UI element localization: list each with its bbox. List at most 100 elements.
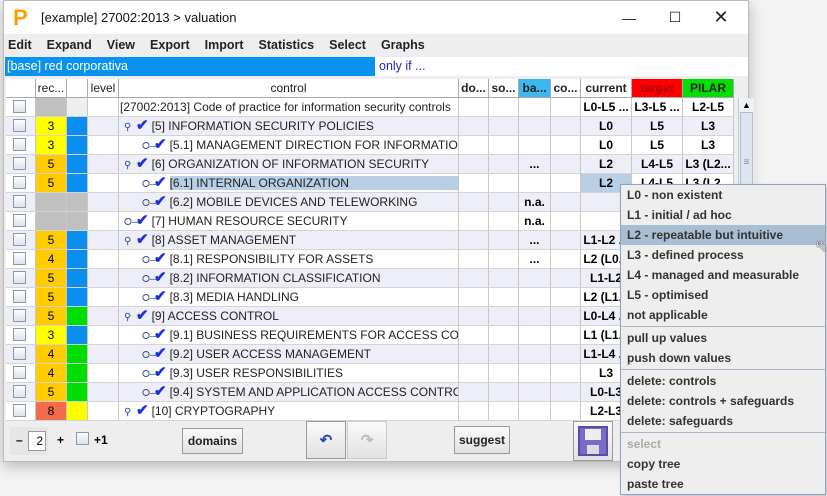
control-cell[interactable]: ⭘—✔ [9.3] USER RESPONSIBILITIES	[119, 364, 459, 383]
plus1-checkbox[interactable]	[76, 432, 89, 445]
ba-cell[interactable]: ...	[519, 231, 551, 250]
col-current[interactable]: current	[581, 79, 632, 98]
row-select-cell[interactable]	[6, 250, 36, 269]
co-cell[interactable]	[551, 402, 581, 421]
row-checkbox[interactable]	[13, 328, 26, 341]
do-cell[interactable]	[459, 174, 489, 193]
menu-item-delete-0[interactable]: delete: controls	[621, 371, 825, 391]
menu-item-level-4[interactable]: L4 - managed and measurable	[621, 265, 825, 285]
row-checkbox[interactable]	[13, 271, 26, 284]
control-cell[interactable]: ⭘—✔ [5.1] MANAGEMENT DIRECTION FOR INFORM…	[119, 136, 459, 155]
control-cell[interactable]: ⭘—✔ [6.1] INTERNAL ORGANIZATION	[119, 174, 459, 193]
row-checkbox[interactable]	[13, 366, 26, 379]
tree-expanded-icon[interactable]: ⚲	[124, 233, 136, 249]
so-cell[interactable]	[489, 136, 519, 155]
menu-item-values-1[interactable]: push down values	[621, 348, 825, 368]
tree-expanded-icon[interactable]: ⚲	[124, 119, 136, 135]
col-pilar[interactable]: PILAR	[683, 79, 734, 98]
tree-leaf-icon[interactable]: ⭘—	[124, 214, 142, 230]
row-checkbox[interactable]	[13, 290, 26, 303]
col-select[interactable]	[6, 79, 36, 98]
menu-item-delete-1[interactable]: delete: controls + safeguards	[621, 391, 825, 411]
control-cell[interactable]: [27002:2013] Code of practice for inform…	[119, 98, 459, 117]
tree-leaf-icon[interactable]: ⭘—	[142, 252, 160, 268]
control-cell[interactable]: ⚲ ✔ [8] ASSET MANAGEMENT	[119, 231, 459, 250]
row-checkbox[interactable]	[13, 119, 26, 132]
ba-cell[interactable]	[519, 269, 551, 288]
do-cell[interactable]	[459, 269, 489, 288]
menu-statistics[interactable]: Statistics	[259, 38, 315, 52]
row-checkbox[interactable]	[13, 195, 26, 208]
target-cell[interactable]: L4-L5	[632, 155, 683, 174]
col-target[interactable]: target	[632, 79, 683, 98]
row-checkbox[interactable]	[13, 233, 26, 246]
ba-cell[interactable]: ...	[519, 250, 551, 269]
co-cell[interactable]	[551, 193, 581, 212]
target-cell[interactable]: L3-L5 ...	[632, 98, 683, 117]
co-cell[interactable]	[551, 288, 581, 307]
control-cell[interactable]: ⭘—✔ [6.2] MOBILE DEVICES AND TELEWORKING	[119, 193, 459, 212]
row-select-cell[interactable]	[6, 269, 36, 288]
do-cell[interactable]	[459, 288, 489, 307]
co-cell[interactable]	[551, 326, 581, 345]
do-cell[interactable]	[459, 193, 489, 212]
current-cell[interactable]: L0-L5 ...	[581, 98, 632, 117]
do-cell[interactable]	[459, 402, 489, 421]
scroll-thumb[interactable]: ≡	[740, 112, 753, 192]
row-checkbox[interactable]	[13, 138, 26, 151]
row-select-cell[interactable]	[6, 117, 36, 136]
row-select-cell[interactable]	[6, 231, 36, 250]
row-select-cell[interactable]	[6, 402, 36, 421]
control-cell[interactable]: ⚲ ✔ [6] ORGANIZATION OF INFORMATION SECURI…	[119, 155, 459, 174]
menu-item-level-3[interactable]: L3 - defined process	[621, 245, 825, 265]
level-input[interactable]: 2	[28, 431, 46, 451]
row-select-cell[interactable]	[6, 193, 36, 212]
col-rec[interactable]: rec...	[36, 79, 67, 98]
tree-leaf-icon[interactable]: ⭘—	[142, 176, 160, 192]
co-cell[interactable]	[551, 98, 581, 117]
do-cell[interactable]	[459, 98, 489, 117]
control-cell[interactable]: ⭘—✔ [9.2] USER ACCESS MANAGEMENT	[119, 345, 459, 364]
co-cell[interactable]	[551, 250, 581, 269]
do-cell[interactable]	[459, 383, 489, 402]
row-checkbox[interactable]	[13, 404, 26, 417]
menu-graphs[interactable]: Graphs	[381, 38, 425, 52]
row-checkbox[interactable]	[13, 157, 26, 170]
do-cell[interactable]	[459, 136, 489, 155]
menu-edit[interactable]: Edit	[8, 38, 32, 52]
menu-item-tree-1[interactable]: paste tree	[621, 474, 825, 494]
menu-item-level-1[interactable]: L1 - initial / ad hoc	[621, 205, 825, 225]
ba-cell[interactable]	[519, 117, 551, 136]
row-select-cell[interactable]	[6, 345, 36, 364]
control-cell[interactable]: ⚲ ✔ [10] CRYPTOGRAPHY	[119, 402, 459, 421]
row-checkbox[interactable]	[13, 176, 26, 189]
row-checkbox[interactable]	[13, 100, 26, 113]
co-cell[interactable]	[551, 364, 581, 383]
co-cell[interactable]	[551, 212, 581, 231]
co-cell[interactable]	[551, 155, 581, 174]
ba-cell[interactable]	[519, 98, 551, 117]
so-cell[interactable]	[489, 269, 519, 288]
current-cell[interactable]: L2	[581, 155, 632, 174]
menu-item-delete-2[interactable]: delete: safeguards	[621, 411, 825, 431]
maximize-button[interactable]: ☐	[652, 1, 698, 34]
so-cell[interactable]	[489, 231, 519, 250]
menu-export[interactable]: Export	[150, 38, 190, 52]
col-control[interactable]: control	[119, 79, 459, 98]
tree-leaf-icon[interactable]: ⭘—	[142, 195, 160, 211]
table-row[interactable]: 3 ⚲ ✔ [5] INFORMATION SECURITY POLICIES L0 L5…	[6, 117, 750, 136]
so-cell[interactable]	[489, 402, 519, 421]
row-select-cell[interactable]	[6, 212, 36, 231]
so-cell[interactable]	[489, 155, 519, 174]
level-increment-button[interactable]: +	[57, 433, 64, 447]
row-select-cell[interactable]	[6, 364, 36, 383]
row-checkbox[interactable]	[13, 385, 26, 398]
tree-expanded-icon[interactable]: ⚲	[124, 309, 136, 325]
menu-item-level-0[interactable]: L0 - non existent	[621, 185, 825, 205]
menu-item-values-0[interactable]: pull up values	[621, 328, 825, 348]
control-cell[interactable]: ⭘—✔ [9.4] SYSTEM AND APPLICATION ACCESS C…	[119, 383, 459, 402]
do-cell[interactable]	[459, 345, 489, 364]
do-cell[interactable]	[459, 155, 489, 174]
co-cell[interactable]	[551, 345, 581, 364]
ba-cell[interactable]	[519, 402, 551, 421]
